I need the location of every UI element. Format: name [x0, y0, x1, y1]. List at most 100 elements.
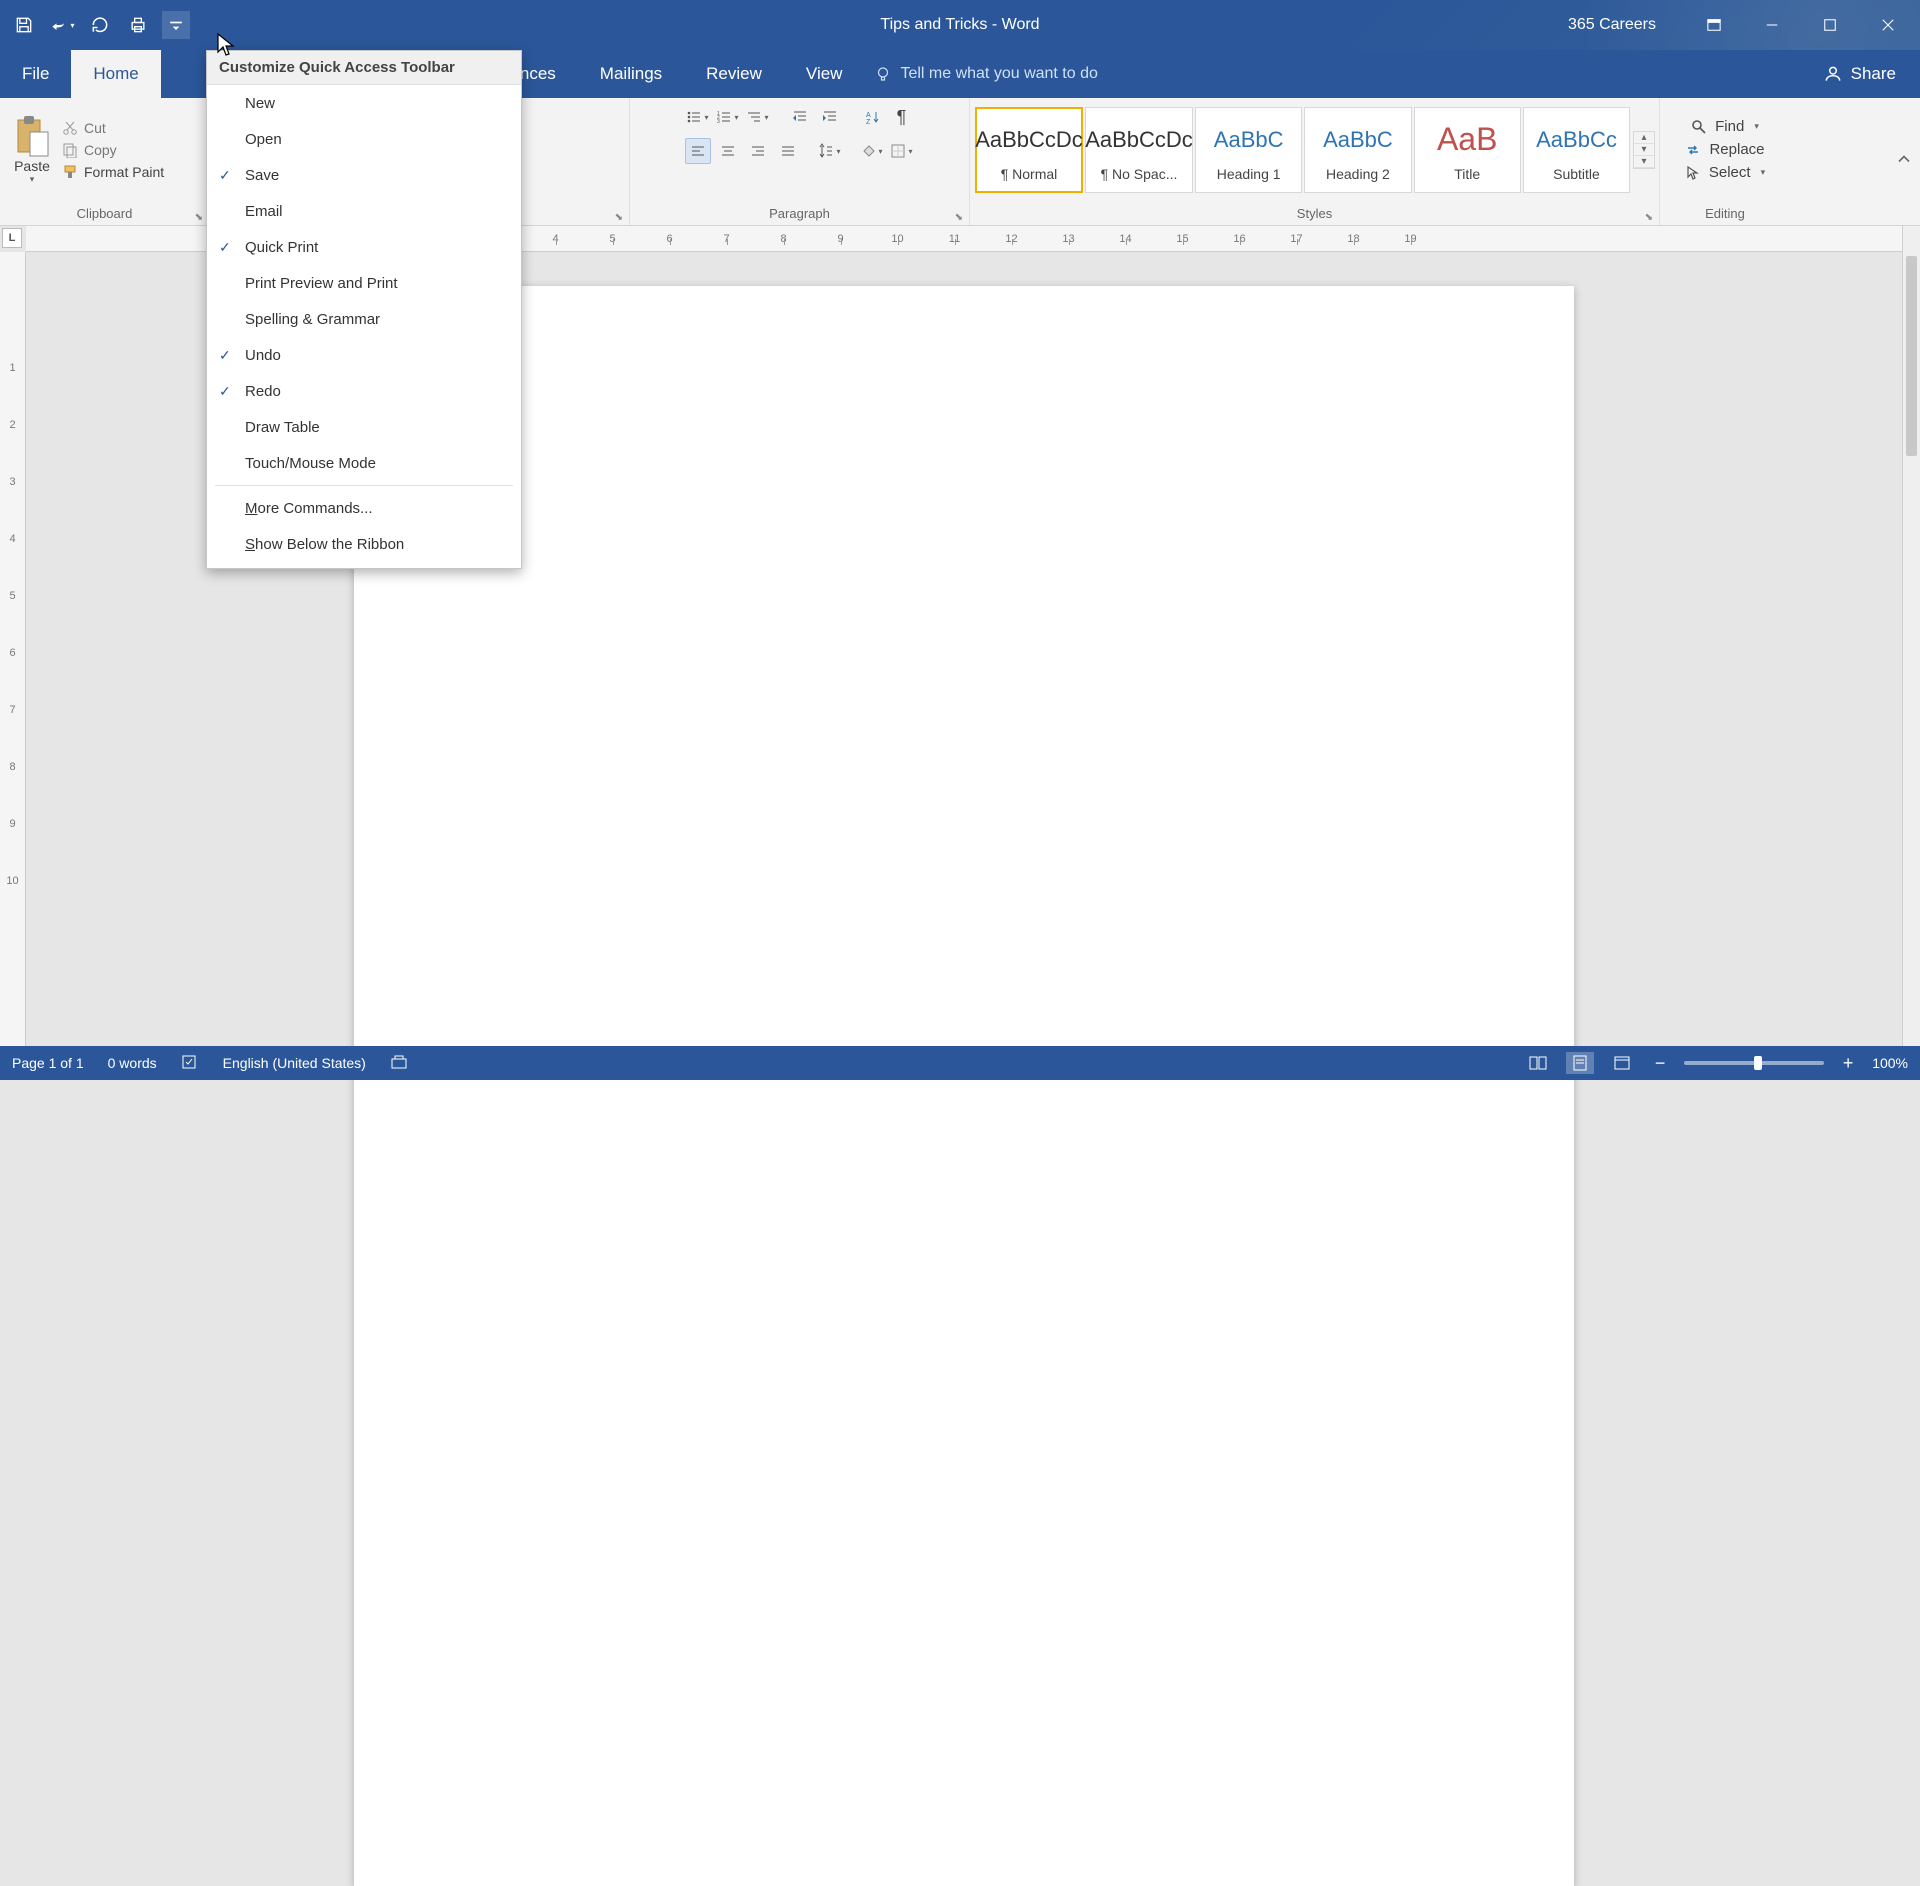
qat-save-button[interactable]	[10, 11, 38, 39]
tab-selector[interactable]: L	[2, 228, 22, 248]
share-label: Share	[1851, 64, 1896, 84]
window-title: Tips and Tricks - Word	[880, 16, 1039, 34]
app-brand: 365 Careers	[1568, 16, 1656, 34]
format-painter-button[interactable]: Format Paint	[62, 164, 164, 180]
tab-file[interactable]: File	[0, 50, 71, 98]
style-item-heading-2[interactable]: AaBbCHeading 2	[1304, 107, 1411, 193]
qat-customize-dropdown: Customize Quick Access Toolbar NewOpen✓S…	[206, 50, 522, 569]
cut-label: Cut	[84, 120, 106, 136]
dropdown-item-print-preview-and-print[interactable]: Print Preview and Print	[207, 265, 521, 301]
qat-redo-button[interactable]	[86, 11, 114, 39]
paragraph-launcher[interactable]: ⬊	[955, 212, 963, 223]
document-page[interactable]	[354, 286, 1574, 1886]
tab-home[interactable]: Home	[71, 50, 160, 98]
style-item-title[interactable]: AaBTitle	[1414, 107, 1521, 193]
styles-scroll-0[interactable]: ▴	[1634, 132, 1654, 144]
close-button[interactable]	[1868, 10, 1908, 40]
find-label: Find	[1715, 118, 1744, 135]
zoom-in-button[interactable]: +	[1838, 1053, 1858, 1074]
find-button[interactable]: Find▾	[1691, 118, 1759, 135]
dropdown-item-quick-print[interactable]: ✓Quick Print	[207, 229, 521, 265]
sort-button[interactable]: AZ	[859, 104, 885, 130]
status-spellcheck-icon[interactable]	[181, 1053, 199, 1074]
increase-indent-button[interactable]	[817, 104, 843, 130]
borders-button[interactable]	[889, 138, 915, 164]
editing-group-label: Editing	[1705, 206, 1745, 221]
view-web-layout-button[interactable]	[1608, 1052, 1636, 1074]
style-item-heading-1[interactable]: AaBbCHeading 1	[1195, 107, 1302, 193]
multilevel-list-button[interactable]	[745, 104, 771, 130]
vertical-ruler[interactable]: 12345678910	[0, 252, 26, 1046]
dropdown-item-open[interactable]: Open	[207, 121, 521, 157]
copy-button[interactable]: Copy	[62, 142, 164, 158]
bullets-button[interactable]	[685, 104, 711, 130]
tab-mailings[interactable]: Mailings	[578, 50, 684, 98]
style-item-subtitle[interactable]: AaBbCcSubtitle	[1523, 107, 1630, 193]
status-page[interactable]: Page 1 of 1	[12, 1055, 84, 1071]
paste-button[interactable]: Paste ▾	[8, 114, 56, 185]
zoom-level[interactable]: 100%	[1872, 1055, 1908, 1071]
dropdown-item-undo[interactable]: ✓Undo	[207, 337, 521, 373]
view-read-mode-button[interactable]	[1524, 1052, 1552, 1074]
dropdown-item-touch-mouse-mode[interactable]: Touch/Mouse Mode	[207, 445, 521, 481]
paragraph-group-label: Paragraph	[769, 206, 830, 221]
replace-button[interactable]: Replace	[1685, 141, 1764, 158]
qat-undo-button[interactable]: ▾	[48, 11, 76, 39]
view-print-layout-button[interactable]	[1566, 1052, 1594, 1074]
decrease-indent-button[interactable]	[787, 104, 813, 130]
copy-label: Copy	[84, 142, 117, 158]
dropdown-item-draw-table[interactable]: Draw Table	[207, 409, 521, 445]
status-macro-icon[interactable]	[390, 1053, 408, 1074]
zoom-slider[interactable]	[1684, 1061, 1824, 1065]
maximize-button[interactable]	[1810, 10, 1850, 40]
style-item---no-spac---[interactable]: AaBbCcDc¶ No Spac...	[1085, 107, 1193, 193]
zoom-out-button[interactable]: −	[1650, 1053, 1670, 1074]
dropdown-item-spelling---grammar[interactable]: Spelling & Grammar	[207, 301, 521, 337]
styles-launcher[interactable]: ⬊	[1645, 212, 1653, 223]
dropdown-item-save[interactable]: ✓Save	[207, 157, 521, 193]
paste-label: Paste	[14, 158, 50, 174]
select-label: Select	[1709, 164, 1751, 181]
dropdown-show-below[interactable]: Show Below the Ribbon	[207, 526, 521, 562]
format-painter-label: Format Paint	[84, 164, 164, 180]
tab-view[interactable]: View	[784, 50, 865, 98]
svg-text:Z: Z	[866, 119, 871, 125]
align-right-button[interactable]	[745, 138, 771, 164]
clipboard-launcher[interactable]: ⬊	[195, 212, 203, 223]
tab-review[interactable]: Review	[684, 50, 784, 98]
dropdown-more-commands[interactable]: More Commands...	[207, 490, 521, 526]
vertical-scrollbar[interactable]	[1902, 226, 1920, 1046]
styles-scroll-1[interactable]: ▾	[1634, 144, 1654, 156]
qat-customize-button[interactable]	[162, 11, 190, 39]
style-item---normal[interactable]: AaBbCcDc¶ Normal	[975, 107, 1083, 193]
dropdown-item-email[interactable]: Email	[207, 193, 521, 229]
collapse-ribbon-button[interactable]	[1896, 151, 1912, 172]
share-button[interactable]: Share	[1799, 50, 1920, 98]
justify-button[interactable]	[775, 138, 801, 164]
align-center-button[interactable]	[715, 138, 741, 164]
styles-group-label: Styles	[1297, 206, 1332, 221]
show-hide-button[interactable]: ¶	[889, 104, 915, 130]
qat-quickprint-button[interactable]	[124, 11, 152, 39]
dropdown-item-redo[interactable]: ✓Redo	[207, 373, 521, 409]
ribbon-display-options-button[interactable]	[1694, 10, 1734, 40]
tell-me-search[interactable]: Tell me what you want to do	[874, 50, 1097, 98]
clipboard-group-label: Clipboard	[77, 206, 133, 221]
minimize-button[interactable]	[1752, 10, 1792, 40]
font-launcher[interactable]: ⬊	[615, 212, 623, 223]
numbering-button[interactable]: 123	[715, 104, 741, 130]
dropdown-header: Customize Quick Access Toolbar	[207, 51, 521, 85]
tell-me-placeholder: Tell me what you want to do	[900, 65, 1097, 83]
align-left-button[interactable]	[685, 138, 711, 164]
styles-scroll-2[interactable]: ▾	[1634, 156, 1654, 168]
replace-label: Replace	[1709, 141, 1764, 158]
svg-text:3: 3	[717, 119, 720, 125]
status-language[interactable]: English (United States)	[223, 1055, 366, 1071]
dropdown-item-new[interactable]: New	[207, 85, 521, 121]
select-button[interactable]: Select▾	[1685, 164, 1765, 181]
status-words[interactable]: 0 words	[108, 1055, 157, 1071]
line-spacing-button[interactable]	[817, 138, 843, 164]
shading-button[interactable]	[859, 138, 885, 164]
svg-text:A: A	[866, 112, 871, 119]
cut-button[interactable]: Cut	[62, 120, 164, 136]
